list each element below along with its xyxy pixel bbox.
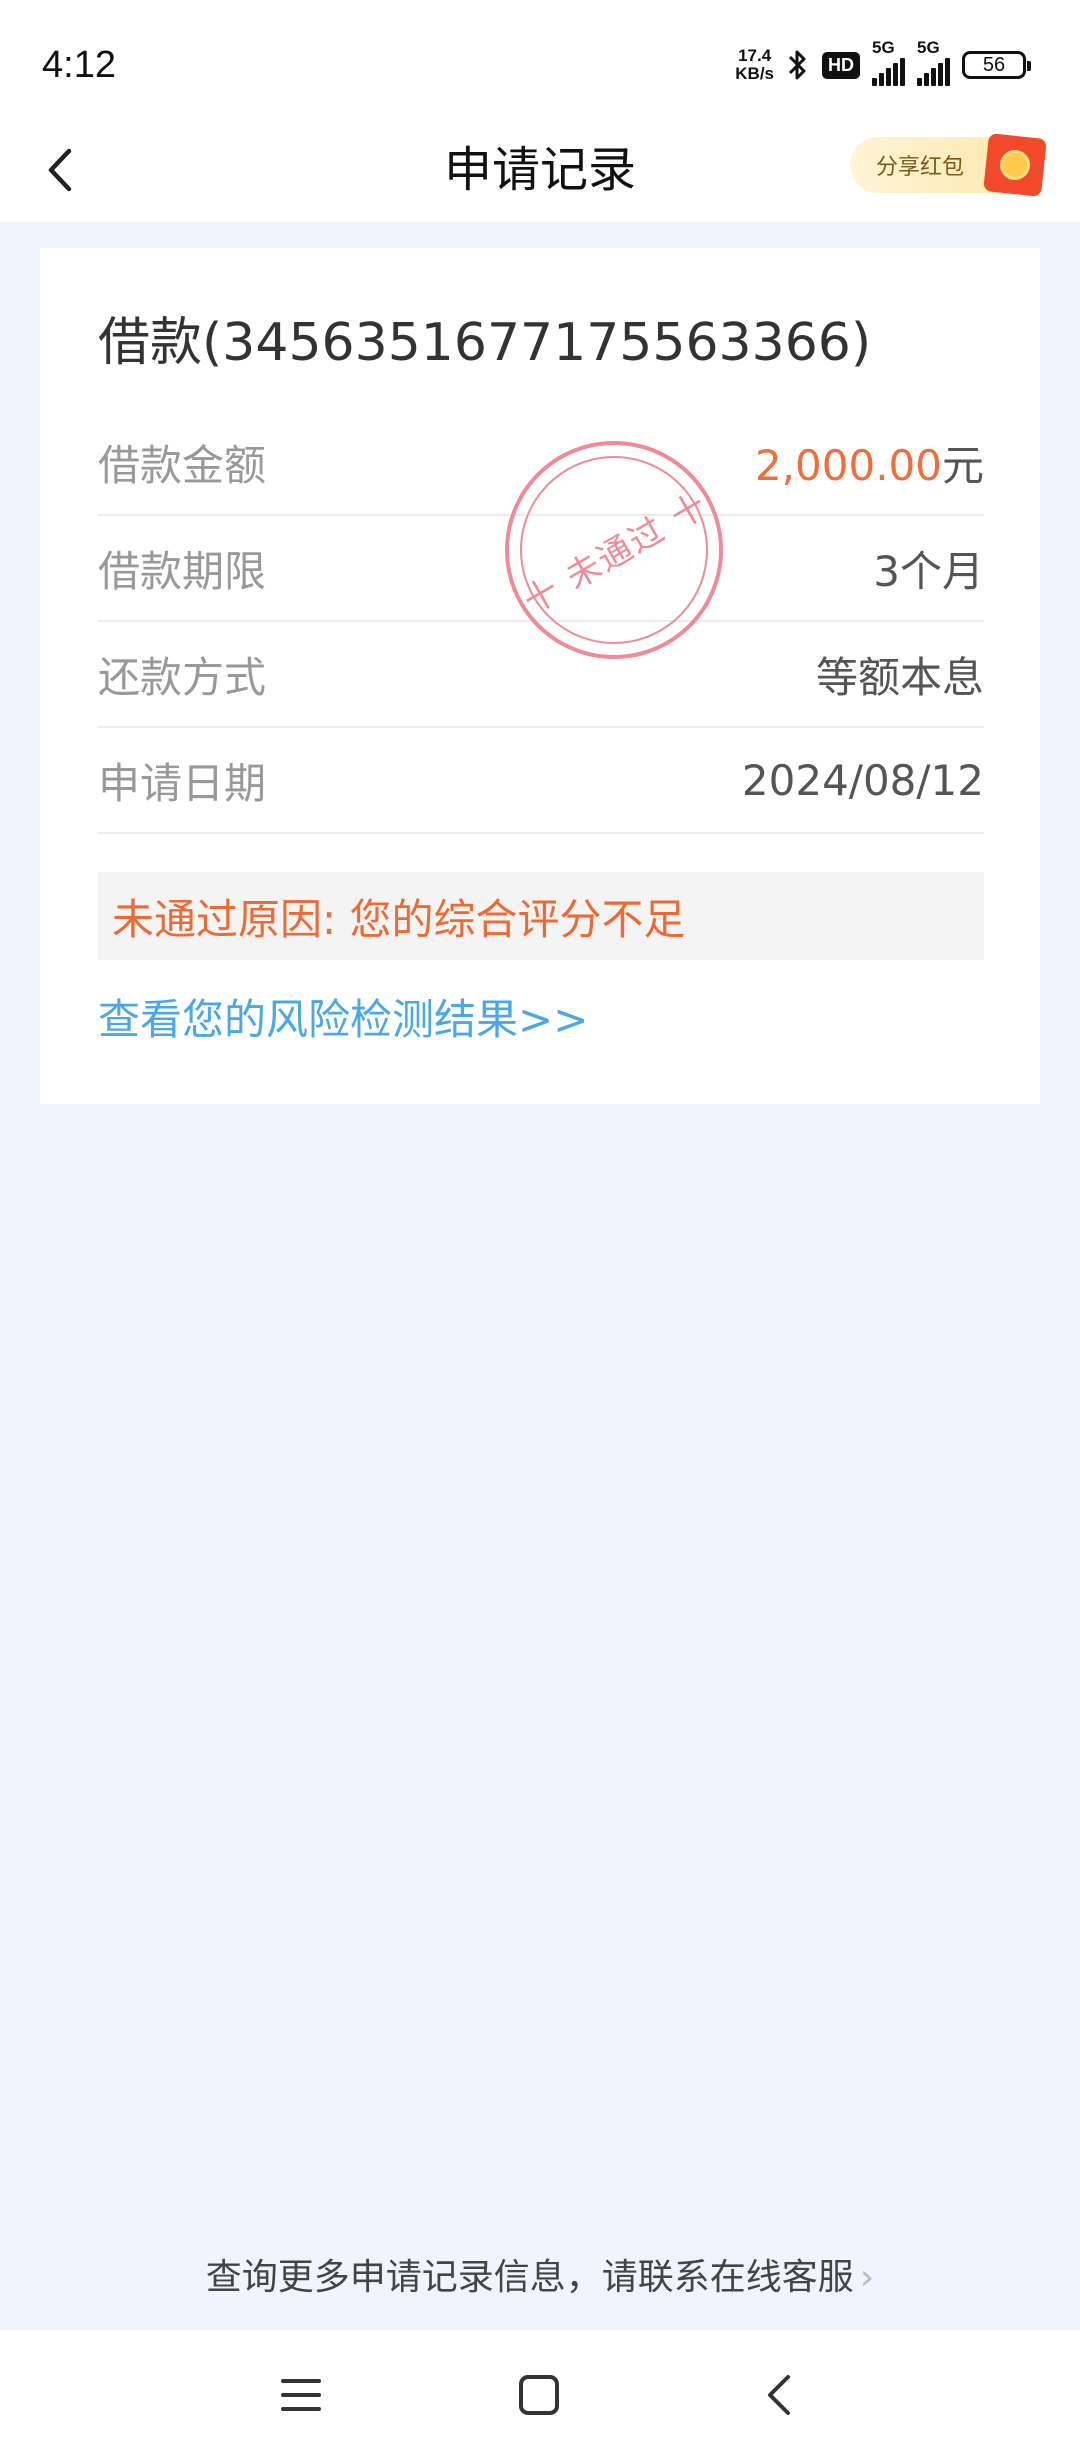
detail-row-date: 申请日期 2024/08/12: [98, 728, 984, 834]
rejection-reason: 未通过原因: 您的综合评分不足: [112, 894, 686, 944]
detail-label: 还款方式: [98, 652, 267, 702]
detail-value: 3个月: [873, 546, 984, 596]
chevron-right-icon: ›: [859, 2257, 875, 2298]
signal-5g-1-icon: 5G: [872, 38, 905, 86]
detail-value: 2024/08/12: [741, 755, 984, 805]
detail-label: 借款金额: [98, 440, 267, 490]
contact-support-text: 查询更多申请记录信息，请联系在线客服: [205, 2257, 854, 2298]
battery-icon: 56: [962, 51, 1031, 79]
nav-back-icon: [768, 2375, 790, 2415]
menu-icon: [281, 2379, 321, 2411]
home-square-icon: [519, 2375, 559, 2415]
home-button[interactable]: [504, 2360, 574, 2430]
status-icons: 17.4 KB/s HD 5G 5G 56: [735, 38, 1031, 90]
detail-label: 申请日期: [98, 758, 267, 808]
loan-title: 借款(3456351677175563366): [98, 313, 872, 373]
contact-support-link[interactable]: 查询更多申请记录信息，请联系在线客服 ›: [0, 2248, 1080, 2308]
risk-result-link[interactable]: 查看您的风险检测结果>>: [98, 988, 588, 1052]
signal-5g-2-icon: 5G: [917, 38, 950, 86]
detail-value: 等额本息: [815, 652, 984, 702]
rejected-stamp: 十 未通过 十: [485, 421, 743, 679]
battery-level: 56: [982, 53, 1006, 76]
detail-row-repayment: 还款方式 等额本息: [98, 622, 984, 728]
red-packet-icon: [983, 133, 1047, 197]
nav-back-button[interactable]: [744, 2360, 814, 2430]
hd-badge: HD: [822, 51, 860, 79]
menu-button[interactable]: [266, 2360, 336, 2430]
app-header: 申请记录 分享红包: [0, 120, 1080, 222]
amount-number: 2,000.00: [754, 440, 942, 490]
signal-5g-1-label: 5G: [872, 38, 895, 57]
network-speed: 17.4 KB/s: [735, 47, 774, 83]
network-speed-value: 17.4: [738, 46, 772, 65]
detail-label: 借款期限: [98, 546, 267, 596]
application-card: 借款(3456351677175563366) 借款金额 2,000.00元 借…: [40, 248, 1040, 1104]
status-bar: 4:12 17.4 KB/s HD 5G 5G 56: [0, 0, 1080, 120]
system-nav-bar: [0, 2330, 1080, 2460]
amount-unit: 元: [941, 440, 984, 490]
network-speed-unit: KB/s: [735, 64, 774, 83]
status-time: 4:12: [42, 44, 116, 86]
share-red-packet-button[interactable]: 分享红包: [849, 133, 1047, 197]
rejection-reason-box: 未通过原因: 您的综合评分不足: [98, 872, 984, 960]
coin-icon: [998, 148, 1032, 182]
signal-5g-2-label: 5G: [917, 38, 940, 57]
bluetooth-icon: [786, 47, 810, 83]
stamp-text: 十 未通过 十: [516, 484, 715, 622]
detail-value-amount: 2,000.00元: [755, 432, 984, 493]
